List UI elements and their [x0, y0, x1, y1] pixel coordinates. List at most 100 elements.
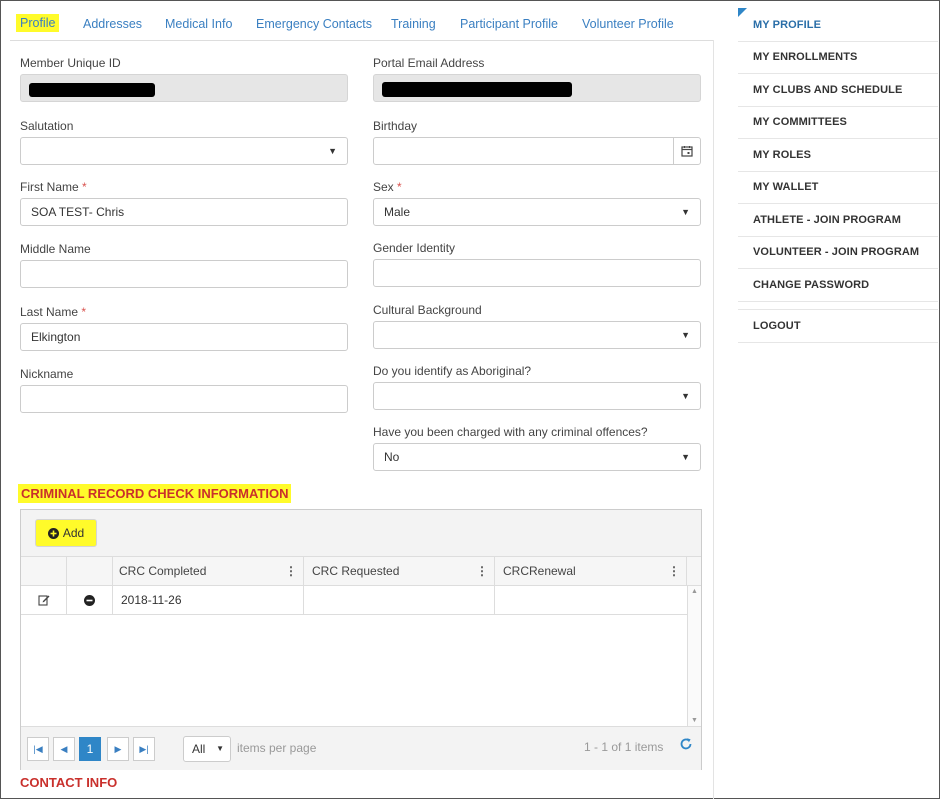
- sex-select[interactable]: Male ▼: [373, 198, 701, 226]
- grid-toolbar: Add: [21, 510, 701, 557]
- remove-icon[interactable]: [67, 586, 113, 614]
- profile-tabs: Profile Addresses Medical Info Emergency…: [10, 8, 713, 41]
- first-name-input[interactable]: SOA TEST- Chris: [20, 198, 348, 226]
- divider: [738, 138, 938, 139]
- cultural-background-select[interactable]: ▼: [373, 321, 701, 349]
- column-menu-icon[interactable]: ⋮: [285, 557, 297, 585]
- first-name-label: First Name *: [20, 180, 87, 194]
- cultural-background-label: Cultural Background: [373, 303, 482, 317]
- portal-email-field[interactable]: [373, 74, 701, 102]
- column-header-crc-renewal[interactable]: CRCRenewal ⋮: [495, 557, 687, 585]
- sidebar-item-athlete-join-program[interactable]: ATHLETE - JOIN PROGRAM: [738, 214, 938, 226]
- add-button-label: Add: [62, 526, 85, 540]
- sidebar-item-my-committees[interactable]: MY COMMITTEES: [738, 116, 938, 128]
- dropdown-arrow-icon: ▼: [681, 391, 690, 401]
- items-per-page-label: items per page: [237, 741, 317, 755]
- delete-column-header: [67, 557, 113, 585]
- sidebar-item-my-enrollments[interactable]: MY ENROLLMENTS: [738, 51, 938, 63]
- dropdown-arrow-icon: ▼: [681, 452, 690, 462]
- add-button[interactable]: Add: [35, 519, 97, 547]
- tab-addresses[interactable]: Addresses: [83, 17, 142, 31]
- crc-requested-header-text: CRC Requested: [312, 564, 400, 578]
- crc-renewal-cell: [495, 586, 687, 614]
- member-id-field[interactable]: [20, 74, 348, 102]
- dropdown-arrow-icon: ▼: [216, 744, 224, 753]
- page-size-select[interactable]: All ▼: [183, 736, 231, 762]
- first-page-button[interactable]: |◀: [27, 737, 49, 761]
- divider: [738, 203, 938, 204]
- divider: [738, 106, 938, 107]
- sidebar-item-volunteer-join-program[interactable]: VOLUNTEER - JOIN PROGRAM: [738, 246, 938, 258]
- last-name-label-text: Last Name: [20, 305, 79, 319]
- contact-info-title: CONTACT INFO: [20, 775, 118, 790]
- dropdown-arrow-icon: ▼: [681, 330, 690, 340]
- sidebar-item-my-wallet[interactable]: MY WALLET: [738, 181, 938, 193]
- tab-training[interactable]: Training: [391, 17, 436, 31]
- salutation-label: Salutation: [20, 119, 74, 133]
- divider: [738, 171, 938, 172]
- edit-icon[interactable]: [21, 586, 67, 614]
- column-header-crc-completed[interactable]: CRC Completed ⋮: [113, 557, 304, 585]
- crc-renewal-header-text: CRCRenewal: [503, 564, 576, 578]
- criminal-offences-label: Have you been charged with any criminal …: [373, 425, 648, 439]
- plus-circle-icon: [47, 527, 59, 539]
- gender-identity-label: Gender Identity: [373, 241, 456, 255]
- nickname-input[interactable]: [20, 385, 348, 413]
- sidebar-item-change-password[interactable]: CHANGE PASSWORD: [738, 279, 938, 291]
- divider: [738, 236, 938, 237]
- crc-completed-header-text: CRC Completed: [119, 564, 207, 578]
- sidebar-item-logout[interactable]: LOGOUT: [738, 320, 938, 332]
- middle-name-label: Middle Name: [20, 242, 91, 256]
- sidebar-item-my-clubs-and-schedule[interactable]: MY CLUBS AND SCHEDULE: [738, 84, 938, 96]
- grid-pager: |◀ ◀ 1 ▶ ▶| All ▼ items per page 1 - 1 o…: [21, 726, 701, 770]
- portal-email-label: Portal Email Address: [373, 56, 485, 70]
- redaction-mark: [382, 82, 572, 97]
- refresh-icon[interactable]: [679, 737, 693, 756]
- last-name-input[interactable]: Elkington: [20, 323, 348, 351]
- middle-name-input[interactable]: [20, 260, 348, 288]
- tab-emergency-contacts[interactable]: Emergency Contacts: [256, 17, 372, 31]
- page-size-value: All: [192, 742, 206, 756]
- last-name-label: Last Name *: [20, 305, 86, 319]
- grid-header: CRC Completed ⋮ CRC Requested ⋮ CRCRenewal…: [21, 557, 701, 586]
- tab-profile[interactable]: Profile: [16, 14, 60, 32]
- calendar-icon[interactable]: [673, 138, 700, 164]
- column-header-crc-requested[interactable]: CRC Requested ⋮: [304, 557, 495, 585]
- tab-medical-info[interactable]: Medical Info: [165, 17, 232, 31]
- sidebar-item-my-profile[interactable]: MY PROFILE: [738, 19, 938, 31]
- divider: [738, 309, 938, 310]
- column-menu-icon[interactable]: ⋮: [668, 557, 680, 585]
- criminal-offences-select[interactable]: No ▼: [373, 443, 701, 471]
- aboriginal-label: Do you identify as Aboriginal?: [373, 364, 532, 378]
- tab-participant-profile[interactable]: Participant Profile: [460, 17, 558, 31]
- crc-grid: Add CRC Completed ⋮ CRC Requested ⋮ CRCRen…: [20, 509, 702, 770]
- next-page-button[interactable]: ▶: [107, 737, 129, 761]
- divider: [738, 268, 938, 269]
- birthday-input[interactable]: [373, 137, 701, 165]
- active-indicator: [738, 8, 747, 17]
- required-marker: *: [82, 180, 87, 194]
- pager-summary: 1 - 1 of 1 items: [584, 740, 664, 754]
- edit-column-header: [21, 557, 67, 585]
- divider: [738, 73, 938, 74]
- salutation-select[interactable]: ▼: [20, 137, 348, 165]
- aboriginal-select[interactable]: ▼: [373, 382, 701, 410]
- gender-identity-input[interactable]: [373, 259, 701, 287]
- last-page-button[interactable]: ▶|: [133, 737, 155, 761]
- scroll-up-arrow-icon[interactable]: ▲: [691, 588, 698, 595]
- required-marker: *: [81, 305, 87, 319]
- divider: [738, 342, 938, 343]
- divider: [738, 301, 938, 302]
- current-page-button[interactable]: 1: [79, 737, 101, 761]
- dropdown-arrow-icon: ▼: [681, 207, 690, 217]
- tab-volunteer-profile[interactable]: Volunteer Profile: [582, 17, 674, 31]
- grid-vertical-scrollbar[interactable]: ▲ ▼: [687, 586, 701, 726]
- column-menu-icon[interactable]: ⋮: [476, 557, 488, 585]
- scroll-down-arrow-icon[interactable]: ▼: [691, 717, 698, 724]
- required-marker: *: [397, 180, 402, 194]
- sidebar-item-my-roles[interactable]: MY ROLES: [738, 149, 938, 161]
- previous-page-button[interactable]: ◀: [53, 737, 75, 761]
- crc-requested-cell: [304, 586, 495, 614]
- dropdown-arrow-icon: ▼: [328, 146, 337, 156]
- crc-section-title: CRIMINAL RECORD CHECK INFORMATION: [18, 484, 292, 503]
